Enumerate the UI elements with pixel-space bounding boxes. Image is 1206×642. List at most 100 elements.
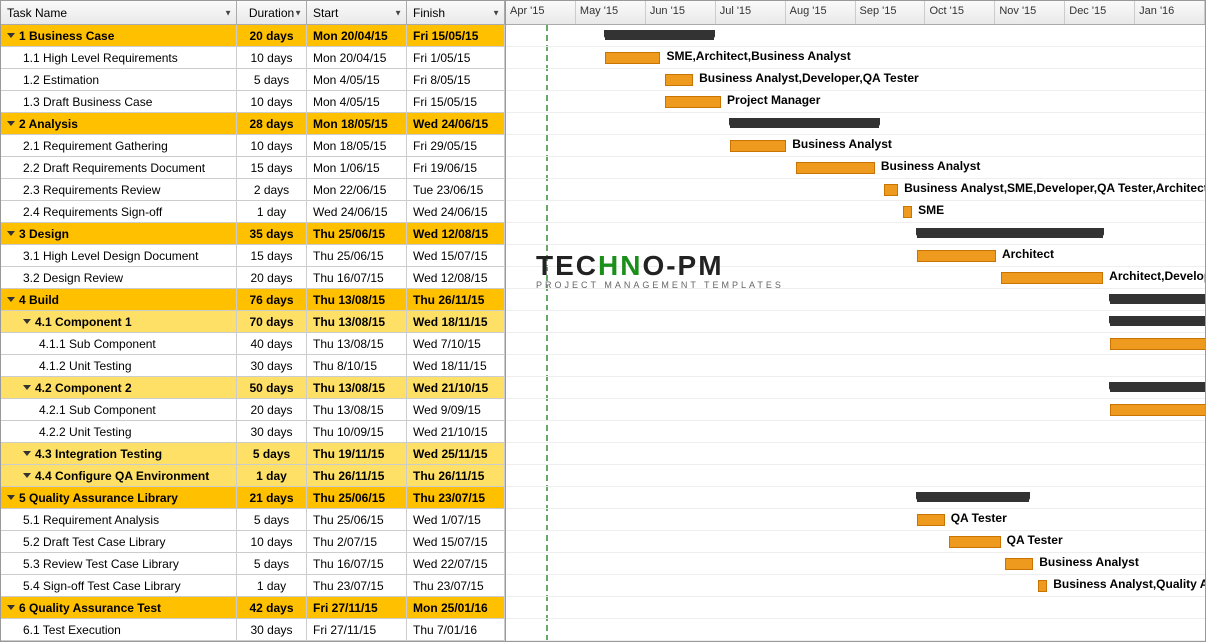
finish-cell[interactable]: Thu 23/07/15 (407, 487, 505, 509)
task-bar[interactable] (1110, 404, 1205, 416)
start-cell[interactable]: Mon 1/06/15 (307, 157, 407, 179)
finish-cell[interactable]: Wed 15/07/15 (407, 531, 505, 553)
table-row[interactable]: 4.1.2 Unit Testing30 daysThu 8/10/15Wed … (1, 355, 505, 377)
finish-cell[interactable]: Fri 29/05/15 (407, 135, 505, 157)
start-cell[interactable]: Mon 22/06/15 (307, 179, 407, 201)
finish-cell[interactable]: Wed 15/07/15 (407, 245, 505, 267)
start-cell[interactable]: Mon 4/05/15 (307, 91, 407, 113)
dropdown-icon[interactable]: ▼ (492, 8, 500, 17)
task-bar[interactable] (949, 536, 1000, 548)
duration-cell[interactable]: 15 days (237, 245, 307, 267)
duration-cell[interactable]: 28 days (237, 113, 307, 135)
task-name-cell[interactable]: 4.3 Integration Testing (1, 443, 237, 465)
table-row[interactable]: 4.2.1 Sub Component20 daysThu 13/08/15We… (1, 399, 505, 421)
table-row[interactable]: 2 Analysis28 daysMon 18/05/15Wed 24/06/1… (1, 113, 505, 135)
table-row[interactable]: 1.2 Estimation5 daysMon 4/05/15Fri 8/05/… (1, 69, 505, 91)
gantt-row[interactable]: QA Tester (506, 531, 1205, 553)
gantt-body[interactable]: TECHNO-PM PROJECT MANAGEMENT TEMPLATES S… (506, 25, 1205, 641)
gantt-row[interactable] (506, 311, 1205, 333)
task-name-cell[interactable]: 5.1 Requirement Analysis (1, 509, 237, 531)
table-row[interactable]: 6 Quality Assurance Test42 daysFri 27/11… (1, 597, 505, 619)
task-name-cell[interactable]: 4 Build (1, 289, 237, 311)
table-row[interactable]: 1 Business Case20 daysMon 20/04/15Fri 15… (1, 25, 505, 47)
task-bar[interactable] (796, 162, 875, 174)
task-name-cell[interactable]: 4.2.2 Unit Testing (1, 421, 237, 443)
task-bar[interactable] (605, 52, 661, 64)
collapse-icon[interactable] (23, 451, 31, 456)
task-name-cell[interactable]: 4.2 Component 2 (1, 377, 237, 399)
table-row[interactable]: 4.1.1 Sub Component40 daysThu 13/08/15We… (1, 333, 505, 355)
duration-cell[interactable]: 76 days (237, 289, 307, 311)
gantt-row[interactable]: SME (506, 201, 1205, 223)
duration-cell[interactable]: 5 days (237, 509, 307, 531)
collapse-icon[interactable] (23, 385, 31, 390)
duration-cell[interactable]: 2 days (237, 179, 307, 201)
gantt-row[interactable]: QA Tester (506, 619, 1205, 641)
task-bar[interactable] (1038, 580, 1047, 592)
task-name-cell[interactable]: 5.2 Draft Test Case Library (1, 531, 237, 553)
start-cell[interactable]: Thu 16/07/15 (307, 267, 407, 289)
summary-bar[interactable] (1110, 294, 1205, 304)
finish-cell[interactable]: Wed 1/07/15 (407, 509, 505, 531)
task-name-cell[interactable]: 2 Analysis (1, 113, 237, 135)
finish-cell[interactable]: Wed 12/08/15 (407, 267, 505, 289)
finish-cell[interactable]: Fri 15/05/15 (407, 91, 505, 113)
table-row[interactable]: 6.1 Test Execution30 daysFri 27/11/15Thu… (1, 619, 505, 641)
start-cell[interactable]: Thu 25/06/15 (307, 509, 407, 531)
table-row[interactable]: 3 Design35 daysThu 25/06/15Wed 12/08/15 (1, 223, 505, 245)
table-row[interactable]: 4.4 Configure QA Environment1 dayThu 26/… (1, 465, 505, 487)
task-bar[interactable] (884, 184, 898, 196)
finish-cell[interactable]: Wed 18/11/15 (407, 355, 505, 377)
table-row[interactable]: 5.4 Sign-off Test Case Library1 dayThu 2… (1, 575, 505, 597)
finish-cell[interactable]: Wed 24/06/15 (407, 201, 505, 223)
gantt-row[interactable] (506, 113, 1205, 135)
collapse-icon[interactable] (23, 319, 31, 324)
start-cell[interactable]: Thu 25/06/15 (307, 223, 407, 245)
table-row[interactable]: 5.3 Review Test Case Library5 daysThu 16… (1, 553, 505, 575)
start-cell[interactable]: Thu 13/08/15 (307, 377, 407, 399)
gantt-row[interactable]: Business Analyst (506, 553, 1205, 575)
task-name-cell[interactable]: 2.3 Requirements Review (1, 179, 237, 201)
task-name-cell[interactable]: 4.1.1 Sub Component (1, 333, 237, 355)
gantt-row[interactable]: Developer (506, 465, 1205, 487)
finish-cell[interactable]: Wed 25/11/15 (407, 443, 505, 465)
gantt-row[interactable]: Business Analyst (506, 135, 1205, 157)
start-cell[interactable]: Thu 13/08/15 (307, 333, 407, 355)
duration-cell[interactable]: 15 days (237, 157, 307, 179)
duration-cell[interactable]: 42 days (237, 597, 307, 619)
task-bar[interactable] (917, 514, 945, 526)
finish-cell[interactable]: Fri 15/05/15 (407, 25, 505, 47)
task-bar[interactable] (1005, 558, 1033, 570)
table-row[interactable]: 1.1 High Level Requirements10 daysMon 20… (1, 47, 505, 69)
collapse-icon[interactable] (7, 605, 15, 610)
start-cell[interactable]: Thu 2/07/15 (307, 531, 407, 553)
gantt-row[interactable] (506, 597, 1205, 619)
start-cell[interactable]: Mon 18/05/15 (307, 135, 407, 157)
duration-cell[interactable]: 40 days (237, 333, 307, 355)
start-cell[interactable]: Thu 16/07/15 (307, 553, 407, 575)
summary-bar[interactable] (917, 228, 1103, 238)
col-header-start[interactable]: Start▼ (307, 1, 407, 24)
duration-cell[interactable]: 5 days (237, 553, 307, 575)
collapse-icon[interactable] (7, 495, 15, 500)
finish-cell[interactable]: Wed 22/07/15 (407, 553, 505, 575)
start-cell[interactable]: Wed 24/06/15 (307, 201, 407, 223)
duration-cell[interactable]: 70 days (237, 311, 307, 333)
table-row[interactable]: 4 Build76 daysThu 13/08/15Thu 26/11/15 (1, 289, 505, 311)
duration-cell[interactable]: 30 days (237, 619, 307, 641)
gantt-row[interactable]: Business Analyst (506, 157, 1205, 179)
table-row[interactable]: 4.2.2 Unit Testing30 daysThu 10/09/15Wed… (1, 421, 505, 443)
task-bar[interactable] (1001, 272, 1104, 284)
task-name-cell[interactable]: 6.1 Test Execution (1, 619, 237, 641)
task-name-cell[interactable]: 2.1 Requirement Gathering (1, 135, 237, 157)
finish-cell[interactable]: Wed 21/10/15 (407, 377, 505, 399)
start-cell[interactable]: Fri 27/11/15 (307, 597, 407, 619)
task-name-cell[interactable]: 1.2 Estimation (1, 69, 237, 91)
task-name-cell[interactable]: 3 Design (1, 223, 237, 245)
dropdown-icon[interactable]: ▼ (224, 8, 232, 17)
table-row[interactable]: 2.2 Draft Requirements Document15 daysMo… (1, 157, 505, 179)
table-row[interactable]: 3.2 Design Review20 daysThu 16/07/15Wed … (1, 267, 505, 289)
task-name-cell[interactable]: 3.1 High Level Design Document (1, 245, 237, 267)
finish-cell[interactable]: Fri 8/05/15 (407, 69, 505, 91)
duration-cell[interactable]: 21 days (237, 487, 307, 509)
